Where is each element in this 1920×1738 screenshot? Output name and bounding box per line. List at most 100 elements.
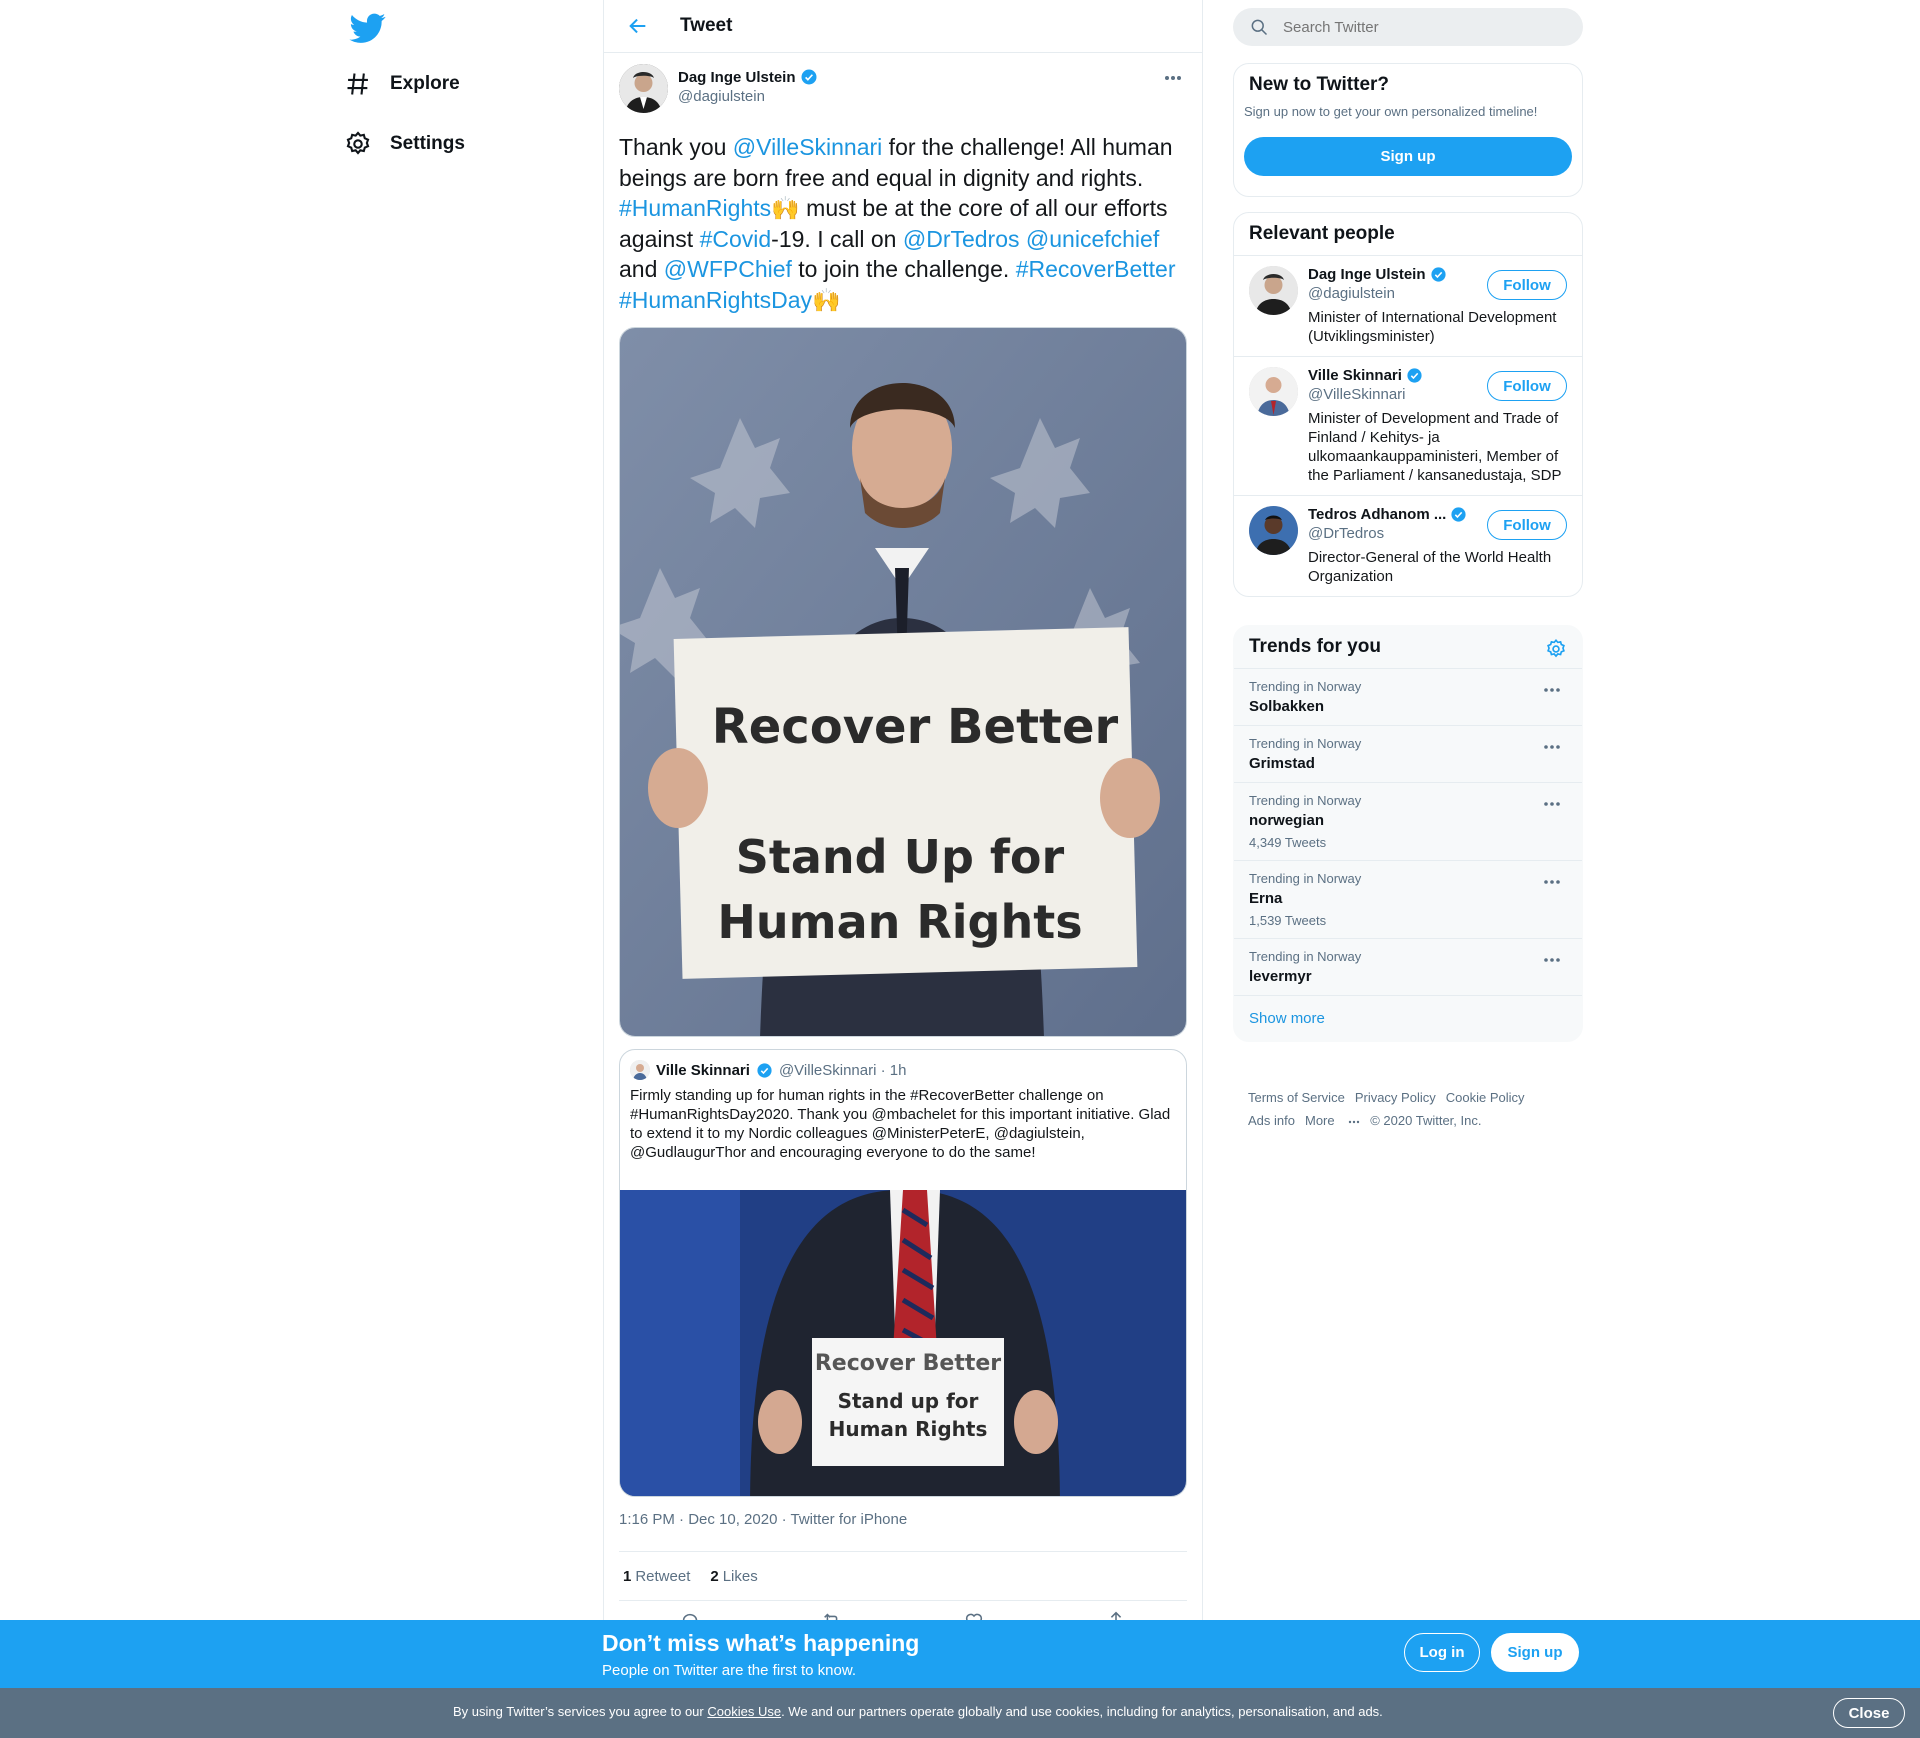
avatar[interactable]	[1249, 506, 1298, 555]
signup-banner: Don’t miss what’s happening People on Tw…	[0, 1620, 1920, 1688]
tweet-text-link[interactable]: @WFPChief	[664, 256, 792, 282]
show-more-link[interactable]: Show more	[1234, 995, 1582, 1041]
avatar[interactable]	[619, 64, 668, 113]
search-box[interactable]	[1233, 8, 1583, 46]
trends-card: Trends for you Trending in Norway Solbakk…	[1233, 625, 1583, 1042]
tweet-text-link[interactable]: #HumanRightsDay	[619, 287, 812, 313]
more-link[interactable]: More	[1305, 1113, 1360, 1128]
nav-settings-label: Settings	[390, 133, 465, 154]
likes-stat[interactable]: 2 Likes	[710, 1568, 757, 1585]
tweet-text-link[interactable]: @VilleSkinnari	[733, 134, 883, 160]
login-button[interactable]: Log in	[1404, 1633, 1480, 1672]
tweet-text-link[interactable]: #RecoverBetter	[1016, 256, 1176, 282]
follow-button[interactable]: Follow	[1487, 270, 1567, 300]
twitter-logo-icon[interactable]	[348, 10, 388, 46]
new-to-twitter-title: New to Twitter?	[1249, 74, 1390, 95]
verified-badge-icon	[1407, 368, 1422, 383]
cookie-banner: By using Twitter’s services you agree to…	[0, 1688, 1920, 1738]
cookie-close-button[interactable]: Close	[1833, 1698, 1905, 1728]
trend-item[interactable]: Trending in Norway norwegian 4,349 Tweets	[1234, 782, 1582, 860]
trend-item[interactable]: Trending in Norway levermyr	[1234, 938, 1582, 995]
tweet-text-segment: 🙌	[771, 195, 800, 221]
copyright-text: © 2020 Twitter, Inc.	[1370, 1113, 1482, 1128]
tweet-text: Thank you @VilleSkinnari for the challen…	[619, 132, 1187, 315]
tweet-text-segment: Thank you	[619, 134, 733, 160]
back-button[interactable]	[620, 8, 656, 44]
more-options-icon[interactable]	[1159, 68, 1187, 88]
avatar[interactable]	[1249, 367, 1298, 416]
more-options-icon[interactable]	[1542, 740, 1562, 754]
trend-location: Trending in Norway	[1249, 871, 1362, 886]
nav-settings[interactable]: Settings	[344, 122, 465, 166]
avatar[interactable]	[1249, 266, 1298, 315]
verified-badge-icon	[1451, 507, 1466, 522]
quote-author-handle: @VilleSkinnari · 1h	[778, 1061, 907, 1079]
quote-avatar	[630, 1060, 650, 1080]
trend-name: Grimstad	[1249, 755, 1315, 772]
person-bio: Director-General of the World Health Org…	[1308, 549, 1552, 585]
person-name[interactable]: Tedros Adhanom ...	[1308, 506, 1446, 523]
page-header: Tweet	[604, 0, 1202, 53]
tweet-text-link[interactable]: @DrTedros	[903, 226, 1020, 252]
author-handle[interactable]: @dagiulstein	[678, 88, 818, 105]
cookies-use-link[interactable]: Cookies Use	[707, 1704, 781, 1719]
tweet-text-link[interactable]: #Covid	[700, 226, 772, 252]
trends-settings-gear-icon[interactable]	[1545, 638, 1567, 660]
tweet-author: Dag Inge Ulstein @dagiulstein	[619, 64, 1187, 116]
person-name[interactable]: Dag Inge Ulstein	[1308, 266, 1426, 283]
more-options-icon[interactable]	[1542, 683, 1562, 697]
trend-name: levermyr	[1249, 968, 1312, 985]
ads-info-link[interactable]: Ads info	[1248, 1113, 1295, 1128]
trend-item[interactable]: Trending in Norway Grimstad	[1234, 725, 1582, 782]
trend-location: Trending in Norway	[1249, 679, 1362, 694]
sidebar-signup-button[interactable]: Sign up	[1244, 137, 1572, 176]
follow-button[interactable]: Follow	[1487, 510, 1567, 540]
tweet-stats: 1 Retweet 2 Likes	[619, 1551, 1187, 1601]
new-to-twitter-card: New to Twitter? Sign up now to get your …	[1233, 63, 1583, 197]
relevant-people-card: Relevant people Dag Inge Ulstein @dagiul…	[1233, 212, 1583, 597]
verified-badge-icon	[801, 69, 817, 85]
signup-button[interactable]: Sign up	[1491, 1633, 1579, 1672]
person-item[interactable]: Tedros Adhanom ... @DrTedros Director-Ge…	[1234, 495, 1582, 596]
quoted-tweet[interactable]: Ville Skinnari @VilleSkinnari · 1h Firml…	[619, 1049, 1187, 1497]
tweet-text-segment: and	[619, 256, 664, 282]
tweet-text-link[interactable]: #HumanRights	[619, 195, 771, 221]
person-item[interactable]: Ville Skinnari @VilleSkinnari Minister o…	[1234, 356, 1582, 495]
photo-sign-line1: Recover Better	[712, 699, 1119, 755]
back-arrow-icon	[629, 18, 646, 34]
page-title: Tweet	[680, 15, 733, 36]
tweet-timestamp[interactable]: 1:16 PM · Dec 10, 2020 · Twitter for iPh…	[619, 1511, 1187, 1551]
more-options-icon[interactable]	[1542, 875, 1562, 889]
tweet-photo[interactable]: Recover Better Stand Up for Human Rights	[619, 327, 1187, 1037]
privacy-link[interactable]: Privacy Policy	[1355, 1090, 1436, 1105]
trend-item[interactable]: Trending in Norway Erna 1,539 Tweets	[1234, 860, 1582, 938]
more-options-icon[interactable]	[1542, 953, 1562, 967]
person-name[interactable]: Ville Skinnari	[1308, 367, 1402, 384]
nav-explore-label: Explore	[390, 73, 460, 94]
trend-item[interactable]: Trending in Norway Solbakken	[1234, 668, 1582, 725]
person-bio: Minister of International Development (U…	[1308, 309, 1557, 345]
cookie-text: By using Twitter’s services you agree to…	[453, 1704, 1383, 1719]
nav-explore[interactable]: Explore	[344, 62, 460, 106]
quote-photo: Recover Better Stand up for Human Rights	[620, 1190, 1186, 1496]
trend-count: 1,539 Tweets	[1249, 913, 1327, 928]
retweet-stat[interactable]: 1 Retweet	[623, 1568, 690, 1585]
follow-button[interactable]: Follow	[1487, 371, 1567, 401]
search-input[interactable]	[1283, 18, 1563, 36]
tweet-text-link[interactable]: @unicefchief	[1026, 226, 1159, 252]
more-dots-icon	[1349, 1120, 1360, 1124]
quote-sign-line1: Recover Better	[815, 1351, 1001, 1376]
quote-author-name: Ville Skinnari	[656, 1061, 750, 1079]
trend-name: Erna	[1249, 890, 1283, 907]
cookie-policy-link[interactable]: Cookie Policy	[1446, 1090, 1525, 1105]
trends-title: Trends for you	[1249, 636, 1381, 657]
person-item[interactable]: Dag Inge Ulstein @dagiulstein Minister o…	[1234, 255, 1582, 356]
trend-name: norwegian	[1249, 812, 1325, 829]
terms-link[interactable]: Terms of Service	[1248, 1090, 1345, 1105]
trend-location: Trending in Norway	[1249, 736, 1362, 751]
main-column: Tweet Dag Inge Ulstein @dagiulstein Than…	[603, 0, 1203, 1630]
more-options-icon[interactable]	[1542, 797, 1562, 811]
photo-sign-line2: Stand Up for	[736, 830, 1065, 884]
author-name[interactable]: Dag Inge Ulstein	[678, 69, 796, 86]
relevant-people-title: Relevant people	[1249, 223, 1395, 244]
